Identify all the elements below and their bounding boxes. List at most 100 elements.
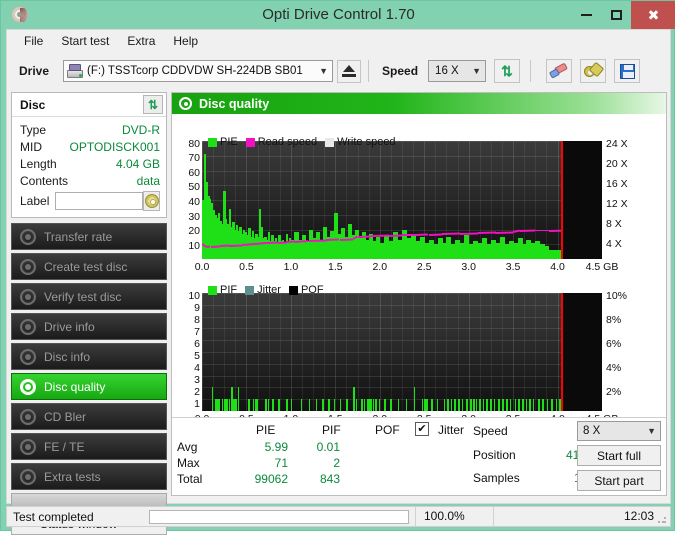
chart-bar <box>372 399 375 411</box>
disc-test-icon <box>20 348 36 365</box>
chart-bar <box>514 399 517 411</box>
pif-y2tick-4p: 4% <box>606 362 622 374</box>
pif-chart-y-axis: 10 9 8 7 6 5 4 3 2 1 <box>172 291 200 414</box>
chart-bar <box>454 399 457 411</box>
chart-bar <box>498 399 500 411</box>
disc-label-button[interactable] <box>143 191 160 211</box>
read-speed-segment <box>228 244 243 247</box>
x-tick-label: 4.0 <box>550 261 565 273</box>
sidebar-item-fe-te[interactable]: FE / TE <box>11 433 167 460</box>
tools-icon <box>584 61 605 79</box>
sidebar-item-transfer-rate[interactable]: Transfer rate <box>11 223 167 250</box>
sidebar-item-disc-quality[interactable]: Disc quality <box>11 373 167 400</box>
chart-bar <box>300 399 303 411</box>
no-data-region <box>562 141 602 259</box>
disc-test-icon <box>20 438 36 455</box>
disc-test-icon <box>20 378 36 395</box>
legend-swatch-read-speed <box>245 137 255 147</box>
legend-swatch-write-speed <box>325 137 335 147</box>
x-tick-label: 2.5 <box>416 261 432 273</box>
chart-bar <box>286 399 289 411</box>
chart-bar <box>308 399 311 411</box>
stats-total-pif: 843 <box>319 472 340 486</box>
chart-bar <box>248 399 250 411</box>
chart-bar <box>228 399 231 411</box>
start-full-button[interactable]: Start full <box>577 445 661 466</box>
disc-info-title: Disc <box>20 97 46 112</box>
read-speed-segment <box>548 229 562 231</box>
chart-bar <box>346 399 348 411</box>
test-speed-select[interactable]: 8 X ▼ <box>577 421 661 441</box>
sidebar-item-cd-bler[interactable]: CD Bler <box>11 403 167 430</box>
chart-bar <box>378 399 381 411</box>
chart-bar <box>322 399 324 411</box>
chart-bar <box>375 399 377 411</box>
pif-ytick-4: 4 <box>194 362 200 374</box>
chart-bar <box>529 399 531 411</box>
chart-bar <box>447 399 449 411</box>
jitter-checkbox[interactable]: ✔ <box>415 422 429 436</box>
x-tick-label: 4.5 GB <box>585 261 619 273</box>
stats-row-total-label: Total <box>177 472 203 486</box>
cd-icon <box>144 194 159 208</box>
pie-ytick-40: 40 <box>188 196 200 208</box>
legend-swatch-jitter <box>245 285 255 295</box>
sidebar-item-disc-info[interactable]: Disc info <box>11 343 167 370</box>
resize-grip[interactable] <box>657 514 667 524</box>
drive-label: Drive <box>19 64 50 78</box>
pif-plot-area[interactable] <box>202 293 602 411</box>
chart-bar <box>461 399 464 411</box>
disc-row-mid-value: OPTODISCK001 <box>69 139 160 154</box>
disc-info-header: Disc ⇅ <box>12 93 166 117</box>
chart-bar <box>431 399 433 411</box>
pif-chart-legend: PIF Jitter POF <box>208 284 329 296</box>
chevron-down-icon: ▼ <box>319 66 329 76</box>
pif-y2tick-2p: 2% <box>606 386 622 398</box>
menu-bar: File Start test Extra Help <box>7 30 670 52</box>
eject-button[interactable] <box>337 59 362 83</box>
start-part-button[interactable]: Start part <box>577 470 661 491</box>
speed-select[interactable]: 16 X ▼ <box>428 60 487 82</box>
disc-label-key: Label <box>20 194 50 208</box>
disc-row-contents: Contents data <box>20 172 160 189</box>
close-button[interactable]: ✖ <box>631 1 675 29</box>
sidebar-item-create-test-disc[interactable]: Create test disc <box>11 253 167 280</box>
disc-test-icon <box>20 288 36 305</box>
menu-start-test[interactable]: Start test <box>52 32 118 50</box>
tools-button[interactable] <box>580 59 607 83</box>
status-bar: Test completed 100.0% 12:03 <box>6 506 671 527</box>
no-data-region <box>562 293 602 411</box>
panel-title: Disc quality <box>199 96 270 111</box>
disc-test-icon <box>20 228 36 245</box>
x-tick-label: 0.5 <box>239 261 254 273</box>
minimize-button[interactable] <box>571 1 601 29</box>
menu-file[interactable]: File <box>15 32 52 50</box>
pif-ytick-1: 1 <box>194 398 200 410</box>
drive-select[interactable]: (F:) TSSTcorp CDDVDW SH-224DB SB01 ▼ <box>63 60 334 82</box>
save-button[interactable] <box>614 59 641 83</box>
chart-bar <box>426 399 428 411</box>
chart-bar <box>339 399 342 411</box>
pie-plot-area[interactable] <box>202 141 602 259</box>
pif-ytick-8: 8 <box>194 314 200 326</box>
disc-info-box: Disc ⇅ Type DVD-R MID OPTODISCK001 Lengt… <box>11 92 167 218</box>
chart-bar <box>490 399 492 411</box>
sidebar-item-drive-info[interactable]: Drive info <box>11 313 167 340</box>
chart-bar <box>542 399 545 411</box>
refresh-button[interactable]: ⇅ <box>494 59 521 83</box>
test-nav-list: Transfer rate Create test disc Verify te… <box>11 223 167 535</box>
menu-help[interactable]: Help <box>164 32 207 50</box>
disc-label-row: Label <box>20 190 160 212</box>
disc-label-input[interactable] <box>55 192 144 210</box>
maximize-button[interactable] <box>601 1 631 29</box>
sidebar-item-verify-test-disc[interactable]: Verify test disc <box>11 283 167 310</box>
chart-bar <box>470 399 473 411</box>
disc-refresh-button[interactable]: ⇅ <box>143 95 163 114</box>
pif-y2tick-8p: 8% <box>606 314 622 326</box>
sidebar-item-extra-tests[interactable]: Extra tests <box>11 463 167 490</box>
disc-row-type-key: Type <box>20 122 47 137</box>
menu-extra[interactable]: Extra <box>118 32 164 50</box>
legend-swatch-pif <box>208 285 217 295</box>
erase-button[interactable] <box>546 59 573 83</box>
chart-bar <box>525 399 528 411</box>
